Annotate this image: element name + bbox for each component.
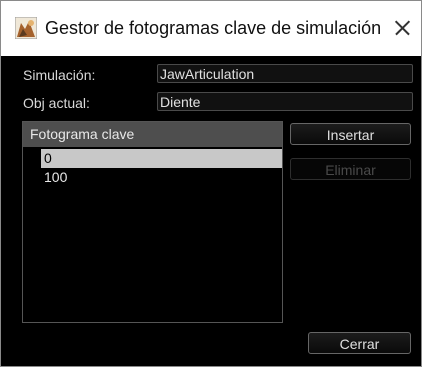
keyframe-list[interactable]: Fotograma clave 0 100 [22,121,283,323]
close-button[interactable]: Cerrar [308,332,411,354]
insert-button[interactable]: Insertar [290,123,411,145]
delete-button[interactable]: Eliminar [290,158,411,180]
keyframe-list-items: 0 100 [23,149,282,187]
close-icon[interactable] [387,13,417,43]
keyframe-manager-dialog: Gestor de fotogramas clave de simulación… [0,0,422,367]
window-title: Gestor de fotogramas clave de simulación [45,18,382,38]
keyframe-item[interactable]: 0 [41,149,282,168]
simulation-label: Simulación: [23,67,96,83]
keyframe-item[interactable]: 100 [23,168,282,187]
simulation-app-icon [14,16,38,40]
current-object-field[interactable]: Diente [157,92,413,111]
simulation-field[interactable]: JawArticulation [157,64,413,83]
current-object-label: Obj actual: [23,95,90,111]
keyframe-list-header[interactable]: Fotograma clave [23,122,282,147]
title-bar[interactable]: Gestor de fotogramas clave de simulación [1,1,421,56]
